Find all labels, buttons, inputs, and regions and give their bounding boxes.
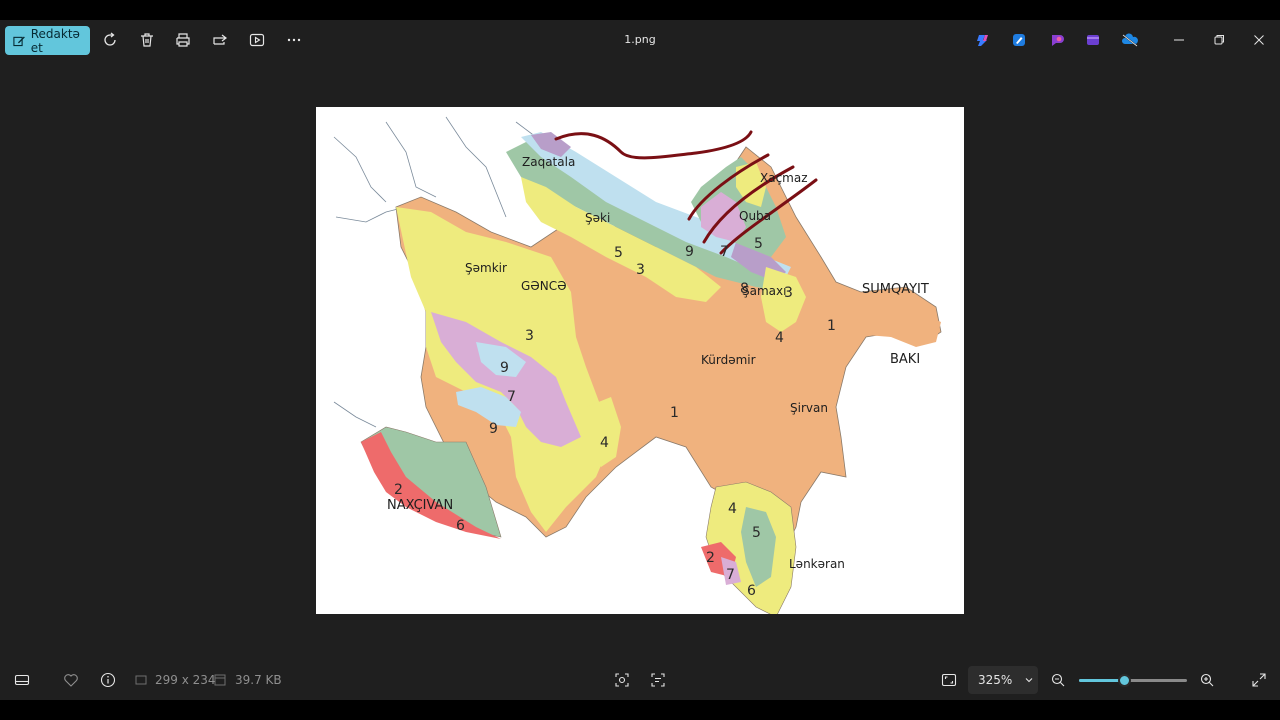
zone-number: 9 <box>489 421 498 437</box>
edit-button[interactable]: Redaktə et <box>5 26 90 55</box>
window-title: 1.png <box>624 33 656 46</box>
restore-icon[interactable] <box>1209 30 1229 50</box>
minimize-icon[interactable] <box>1169 30 1189 50</box>
image-dimensions: 299 x 234 <box>155 673 216 687</box>
share-icon[interactable] <box>212 32 228 48</box>
delete-icon[interactable] <box>139 32 155 48</box>
zone-number: 7 <box>726 567 735 583</box>
city-label: Quba <box>739 209 772 223</box>
zone-number: 3 <box>784 285 793 301</box>
resolution-icon <box>135 675 147 685</box>
zone-number: 7 <box>507 389 516 405</box>
text-scan-icon[interactable] <box>650 672 666 688</box>
city-label: Kürdəmir <box>701 353 756 367</box>
azerbaijan-zone-map <box>333 116 942 614</box>
zone-number: 7 <box>720 244 729 260</box>
status-bar: 299 x 234 39.7 KB 325% <box>0 660 1280 700</box>
city-label: Lənkəran <box>789 557 845 571</box>
video-icon[interactable] <box>1085 32 1101 48</box>
image-canvas[interactable]: Zaqatala Xaçmaz Quba Şəki Şəmkir GƏNCƏ Ş… <box>316 107 964 614</box>
zone-number: 2 <box>394 482 403 498</box>
copilot-icon[interactable] <box>975 32 991 48</box>
slideshow-icon[interactable] <box>249 32 265 48</box>
close-icon[interactable] <box>1249 30 1269 50</box>
toolbar: Redaktə et 1.png <box>0 20 1280 60</box>
bottom-black-bar <box>0 700 1280 720</box>
zoom-level-value: 325% <box>978 673 1013 687</box>
zoom-level-dropdown[interactable]: 325% <box>968 666 1038 694</box>
city-label: Xaçmaz <box>760 171 808 185</box>
city-label: NAXÇIVAN <box>387 498 454 513</box>
city-label: Zaqatala <box>522 155 576 169</box>
zone-number: 8 <box>740 281 749 297</box>
zone-number: 3 <box>636 262 645 278</box>
rotate-icon[interactable] <box>102 32 118 48</box>
file-size-icon <box>214 674 226 686</box>
zoom-slider[interactable] <box>1079 674 1187 687</box>
zone-number: 5 <box>614 245 623 261</box>
clipchamp-icon[interactable] <box>1049 32 1065 48</box>
zone-number: 6 <box>456 518 465 534</box>
zone-number: 9 <box>685 244 694 260</box>
photos-app-window: Redaktə et 1.png Zaqatala Xaçmaz Quba Şə… <box>0 20 1280 700</box>
zone-number: 4 <box>600 435 609 451</box>
designer-icon[interactable] <box>1011 32 1027 48</box>
file-size: 39.7 KB <box>235 673 282 687</box>
zone-number: 9 <box>500 360 509 376</box>
print-icon[interactable] <box>175 32 191 48</box>
zoom-in-icon[interactable] <box>1199 672 1215 688</box>
zone-number: 5 <box>752 525 761 541</box>
zone-number: 4 <box>775 330 784 346</box>
zoom-slider-thumb[interactable] <box>1118 674 1132 687</box>
onedrive-icon[interactable] <box>1121 32 1139 48</box>
fit-to-window-icon[interactable] <box>941 672 957 688</box>
city-label: Şəmkir <box>465 261 507 275</box>
zone-number: 4 <box>728 501 737 517</box>
info-icon[interactable] <box>100 672 116 688</box>
city-label: Şirvan <box>790 401 828 415</box>
zone-number: 1 <box>827 318 836 334</box>
zone-number: 1 <box>670 405 679 421</box>
more-icon[interactable] <box>286 32 302 48</box>
zone-number: 2 <box>706 550 715 566</box>
edit-icon <box>13 35 25 46</box>
city-label: GƏNCƏ <box>521 279 567 293</box>
zone-number: 5 <box>754 236 763 252</box>
city-label: SUMQAYIT <box>862 282 929 297</box>
filmstrip-icon[interactable] <box>14 672 30 688</box>
visual-search-icon[interactable] <box>614 672 630 688</box>
edit-button-label: Redaktə et <box>30 26 80 55</box>
fullscreen-icon[interactable] <box>1251 672 1267 688</box>
city-label: BAKI <box>890 352 921 367</box>
chevron-down-icon <box>1025 678 1033 683</box>
zone-number: 6 <box>747 583 756 599</box>
favorite-icon[interactable] <box>63 672 79 688</box>
top-black-bar <box>0 0 1280 20</box>
zoom-out-icon[interactable] <box>1050 672 1066 688</box>
zone-number: 3 <box>525 328 534 344</box>
city-label: Şəki <box>585 211 611 225</box>
